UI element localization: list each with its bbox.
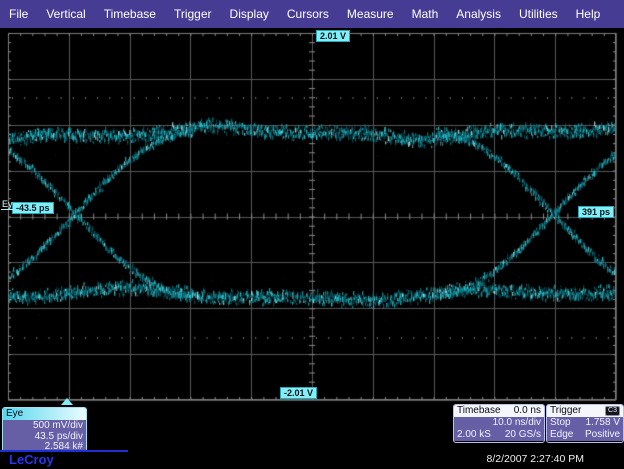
- menu-item-vertical[interactable]: Vertical: [37, 7, 94, 21]
- menu-item-cursors[interactable]: Cursors: [278, 7, 338, 21]
- menu-item-display[interactable]: Display: [221, 7, 278, 21]
- eye-trace-label: Ey: [1, 200, 14, 210]
- menu-item-file[interactable]: File: [0, 7, 37, 21]
- timebase-descriptor-box[interactable]: Timebase 0.0 ns 10.0 ns/div 2.00 kS 20 G…: [453, 404, 545, 443]
- eye-box-title: Eye: [6, 408, 23, 420]
- timebase-sample-rate: 20 GS/s: [505, 429, 541, 441]
- menu-item-analysis[interactable]: Analysis: [447, 7, 510, 21]
- right-time-readout: 391 ps: [578, 206, 614, 218]
- left-time-readout: -43.5 ps: [12, 202, 54, 214]
- trigger-type: Edge: [550, 429, 573, 441]
- menu-item-timebase[interactable]: Timebase: [95, 7, 165, 21]
- trigger-box-title: Trigger: [550, 405, 581, 417]
- bottom-voltage-readout: -2.01 V: [280, 387, 317, 399]
- timebase-box-title: Timebase: [457, 405, 501, 417]
- menu-bar: FileVerticalTimebaseTriggerDisplayCursor…: [0, 0, 624, 29]
- trigger-source-badge: C3: [605, 406, 620, 416]
- trigger-descriptor-box[interactable]: Trigger C3 Stop 1.758 V Edge Positive: [546, 404, 624, 443]
- lecroy-logo: LeCroy: [9, 452, 54, 467]
- trigger-level: 1.758 V: [586, 417, 620, 429]
- eye-descriptor-box[interactable]: Eye 500 mV/div43.5 ps/div2.584 k#: [2, 407, 87, 452]
- timebase-record-length: 2.00 kS: [457, 429, 491, 441]
- trigger-position-marker[interactable]: [61, 398, 73, 405]
- menu-item-measure[interactable]: Measure: [338, 7, 403, 21]
- menu-item-help[interactable]: Help: [567, 7, 610, 21]
- top-voltage-readout: 2.01 V: [316, 30, 350, 42]
- datetime-readout: 8/2/2007 2:27:40 PM: [487, 453, 585, 465]
- eye-box-value-line: 500 mV/div: [3, 421, 83, 432]
- trigger-slope: Positive: [585, 429, 620, 441]
- menu-item-utilities[interactable]: Utilities: [510, 7, 567, 21]
- timebase-delay-value: 0.0 ns: [514, 405, 541, 417]
- oscilloscope-screen: FileVerticalTimebaseTriggerDisplayCursor…: [0, 0, 624, 469]
- menu-item-math[interactable]: Math: [403, 7, 448, 21]
- trigger-mode: Stop: [550, 417, 571, 429]
- menu-item-trigger[interactable]: Trigger: [165, 7, 221, 21]
- timebase-per-div: 10.0 ns/div: [493, 417, 541, 429]
